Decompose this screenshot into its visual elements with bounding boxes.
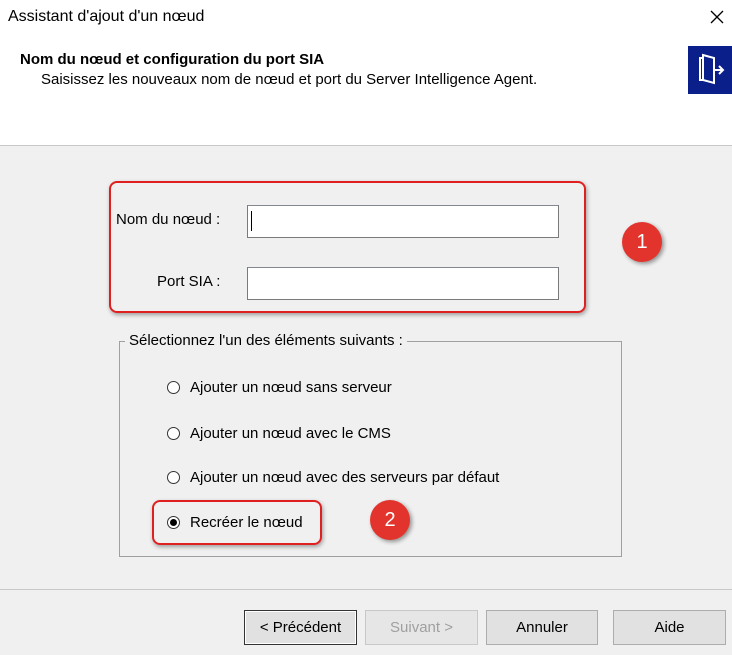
callout-badge-2: 2 bbox=[370, 500, 410, 540]
radio-option-no-server[interactable]: Ajouter un nœud sans serveur bbox=[167, 377, 392, 397]
radio-button-icon[interactable] bbox=[167, 380, 180, 394]
add-node-icon bbox=[688, 46, 732, 94]
fields-highlight-box bbox=[109, 181, 586, 313]
radio-button-icon[interactable] bbox=[167, 426, 180, 440]
radio-option-with-cms[interactable]: Ajouter un nœud avec le CMS bbox=[167, 423, 391, 443]
cancel-button[interactable]: Annuler bbox=[486, 610, 598, 645]
radio-label: Ajouter un nœud avec le CMS bbox=[190, 424, 391, 442]
close-icon[interactable] bbox=[706, 6, 728, 28]
wizard-header: Assistant d'ajout d'un nœud Nom du nœud … bbox=[0, 0, 732, 146]
callout-badge-1: 1 bbox=[622, 222, 662, 262]
radio-button-icon[interactable] bbox=[167, 470, 180, 484]
footer-divider bbox=[0, 589, 732, 590]
step-subtitle: Saisissez les nouveaux nom de nœud et po… bbox=[41, 71, 538, 88]
radio-label: Ajouter un nœud sans serveur bbox=[190, 378, 392, 396]
help-button[interactable]: Aide bbox=[613, 610, 726, 645]
radio-label: Ajouter un nœud avec des serveurs par dé… bbox=[190, 468, 500, 486]
radio-option-default-servers[interactable]: Ajouter un nœud avec des serveurs par dé… bbox=[167, 467, 499, 487]
window-title: Assistant d'ajout d'un nœud bbox=[8, 8, 205, 25]
next-button[interactable]: Suivant > bbox=[365, 610, 478, 645]
recreate-highlight-box bbox=[152, 500, 322, 545]
previous-button[interactable]: < Précédent bbox=[244, 610, 357, 645]
options-legend: Sélectionnez l'un des éléments suivants … bbox=[125, 332, 407, 349]
step-title: Nom du nœud et configuration du port SIA bbox=[20, 51, 325, 68]
